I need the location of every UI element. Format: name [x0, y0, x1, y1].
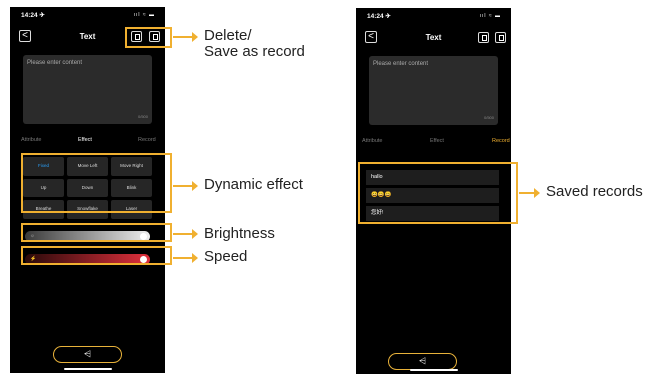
callout-dynamic-effect: Dynamic effect	[204, 176, 303, 193]
highlight-records	[358, 162, 518, 224]
status-time: 14:24 ✈	[21, 12, 45, 19]
status-icons: ııl ≈ ▬	[133, 12, 155, 18]
content-placeholder: Please enter content	[27, 60, 83, 66]
arrow-speed	[173, 253, 198, 263]
char-counter: 0/500	[137, 114, 148, 119]
send-button[interactable]: ⩤	[53, 346, 122, 363]
status-time: 14:24 ✈	[367, 13, 391, 20]
tab-record[interactable]: Record	[138, 137, 156, 143]
callout-brightness: Brightness	[204, 225, 275, 242]
home-indicator	[63, 368, 112, 370]
arrow-dynamic-effect	[173, 181, 198, 191]
callout-delete-save: Delete/ Save as record	[204, 27, 305, 60]
tab-effect[interactable]: Effect	[430, 138, 444, 144]
arrow-brightness	[173, 229, 198, 239]
callout-saved-records: Saved records	[546, 183, 643, 200]
tab-bar: Attribute Effect Record	[356, 138, 511, 148]
tab-attribute[interactable]: Attribute	[362, 138, 382, 144]
status-icons: ııl ≈ ▬	[479, 13, 501, 19]
tab-effect[interactable]: Effect	[78, 137, 92, 143]
tab-attribute[interactable]: Attribute	[21, 137, 41, 143]
highlight-brightness	[21, 223, 172, 242]
content-input[interactable]: Please enter content 0/500	[369, 56, 498, 125]
arrow-saved-records	[519, 188, 540, 198]
highlight-effect-grid	[21, 153, 172, 213]
arrow-delete-save	[173, 32, 198, 42]
highlight-header-icons	[125, 27, 172, 48]
home-indicator	[409, 369, 458, 371]
save-record-icon[interactable]	[495, 32, 506, 43]
content-input[interactable]: Please enter content 0/500	[23, 55, 152, 124]
tab-record[interactable]: Record	[492, 138, 510, 144]
char-counter: 0/500	[483, 115, 494, 120]
delete-icon[interactable]	[478, 32, 489, 43]
highlight-speed	[21, 246, 172, 265]
tab-bar: Attribute Effect Record	[10, 137, 165, 147]
callout-speed: Speed	[204, 248, 248, 265]
send-button[interactable]: ⩤	[388, 353, 457, 370]
content-placeholder: Please enter content	[373, 61, 429, 67]
